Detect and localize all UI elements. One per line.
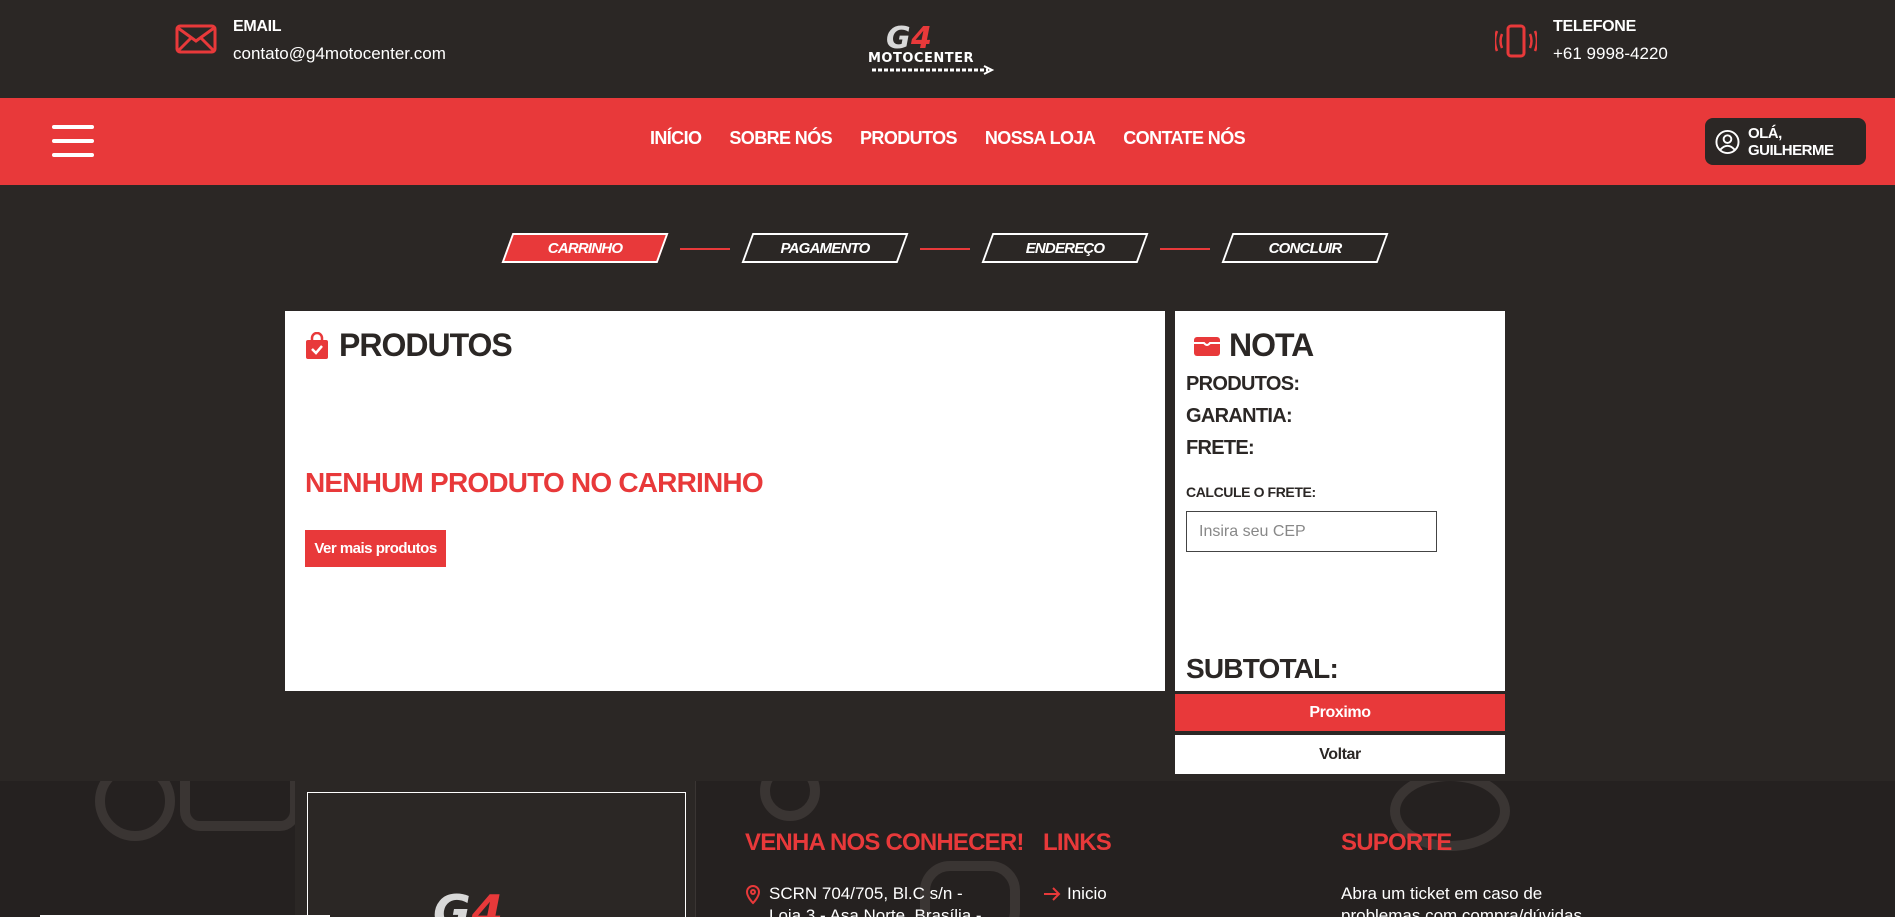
frete-label: FRETE: xyxy=(1186,437,1255,459)
step-endereco[interactable]: ENDEREÇO xyxy=(981,233,1149,263)
back-button[interactable]: Voltar xyxy=(1175,735,1505,774)
svg-text:4: 4 xyxy=(470,888,503,917)
subtotal-label: SUBTOTAL: xyxy=(1186,653,1339,684)
products-title-text: PRODUTOS xyxy=(339,327,513,363)
shopping-bag-icon xyxy=(306,331,328,359)
email-contact: EMAIL contato@g4motocenter.com xyxy=(175,18,446,64)
step-label: CARRINHO xyxy=(547,239,623,257)
support-title: SUPORTE xyxy=(1341,829,1452,856)
nav-item-nossa-loja[interactable]: NOSSA LOJA xyxy=(985,128,1096,149)
wallet-icon xyxy=(1194,336,1220,356)
step-label: PAGAMENTO xyxy=(780,239,871,257)
links-title: LINKS xyxy=(1043,829,1112,856)
g4-logo: G 4 MOTOCENTER xyxy=(868,21,995,75)
arrow-right-icon xyxy=(1044,887,1061,901)
logo[interactable]: G 4 MOTOCENTER xyxy=(866,18,1006,78)
footer: G 4 VENHA NOS CONHECER! SCRN 704/705, Bl… xyxy=(0,781,1895,917)
empty-cart-message: NENHUM PRODUTO NO CARRINHO xyxy=(305,467,764,498)
logo-sub: MOTOCENTER xyxy=(868,51,974,66)
nota-panel: NOTA PRODUTOS: GARANTIA: FRETE: CALCULE … xyxy=(1175,311,1505,691)
produtos-label: PRODUTOS: xyxy=(1186,373,1300,395)
user-greeting: OLÁ, GUILHERME xyxy=(1747,124,1834,159)
phone-label: TELEFONE xyxy=(1553,18,1636,35)
email-label: EMAIL xyxy=(233,18,282,35)
phone-value[interactable]: +61 9998-4220 xyxy=(1553,44,1668,64)
calc-frete-label: CALCULE O FRETE: xyxy=(1186,484,1316,500)
nota-title: NOTA xyxy=(1193,327,1314,364)
bg-wheel-decoration xyxy=(95,781,175,841)
support-text: Abra um ticket em caso de problemas com … xyxy=(1341,884,1582,917)
footer-link-label: Inicio xyxy=(1067,884,1107,903)
garantia-label: GARANTIA: xyxy=(1186,405,1293,427)
next-button[interactable]: Proximo xyxy=(1175,694,1505,731)
products-title: PRODUTOS xyxy=(305,327,513,364)
visit-address-text: SCRN 704/705, Bl.C s/n - Loja 3 - Asa No… xyxy=(769,884,982,917)
user-avatar-icon xyxy=(1715,129,1740,154)
nota-title-text: NOTA xyxy=(1229,327,1314,363)
nav-item-inicio[interactable]: INÍCIO xyxy=(650,128,702,149)
phone-vibrate-icon xyxy=(1495,24,1537,58)
step-carrinho[interactable]: CARRINHO xyxy=(501,233,669,263)
footer-logo-box: G 4 xyxy=(307,792,686,917)
step-pagamento[interactable]: PAGAMENTO xyxy=(741,233,909,263)
main-nav: INÍCIO SOBRE NÓS PRODUTOS NOSSA LOJA CON… xyxy=(0,98,1895,185)
step-connector xyxy=(680,248,730,250)
top-bar: EMAIL contato@g4motocenter.com G 4 MOTOC… xyxy=(0,0,1895,98)
footer-link-inicio[interactable]: Inicio xyxy=(1043,883,1107,905)
more-products-button[interactable]: Ver mais produtos xyxy=(305,530,446,567)
user-account-button[interactable]: OLÁ, GUILHERME xyxy=(1705,118,1866,165)
visit-title: VENHA NOS CONHECER! xyxy=(745,829,1024,856)
cep-input[interactable] xyxy=(1186,511,1437,552)
step-connector xyxy=(920,248,970,250)
nav-item-sobre-nos[interactable]: SOBRE NÓS xyxy=(729,128,832,149)
step-label: CONCLUIR xyxy=(1268,239,1343,257)
nav-item-produtos[interactable]: PRODUTOS xyxy=(860,128,957,149)
map-pin-icon xyxy=(745,885,761,905)
checkout-steps: CARRINHO PAGAMENTO ENDEREÇO CONCLUIR xyxy=(0,233,1895,263)
step-concluir[interactable]: CONCLUIR xyxy=(1221,233,1389,263)
footer-divider xyxy=(695,781,696,917)
nav-menu: INÍCIO SOBRE NÓS PRODUTOS NOSSA LOJA CON… xyxy=(0,128,1895,149)
mail-icon xyxy=(175,24,217,54)
bg-moto-decoration xyxy=(180,781,300,831)
phone-contact: TELEFONE +61 9998-4220 xyxy=(1495,18,1668,64)
step-label: ENDEREÇO xyxy=(1025,239,1105,257)
nav-item-contate-nos[interactable]: CONTATE NÓS xyxy=(1123,128,1245,149)
svg-text:G: G xyxy=(433,888,471,917)
footer-logo: G 4 xyxy=(433,888,503,917)
products-panel: PRODUTOS NENHUM PRODUTO NO CARRINHO Ver … xyxy=(285,311,1165,691)
visit-address: SCRN 704/705, Bl.C s/n - Loja 3 - Asa No… xyxy=(745,883,995,917)
step-connector xyxy=(1160,248,1210,250)
email-value[interactable]: contato@g4motocenter.com xyxy=(233,44,446,64)
bg-wheel-decoration xyxy=(760,781,820,821)
